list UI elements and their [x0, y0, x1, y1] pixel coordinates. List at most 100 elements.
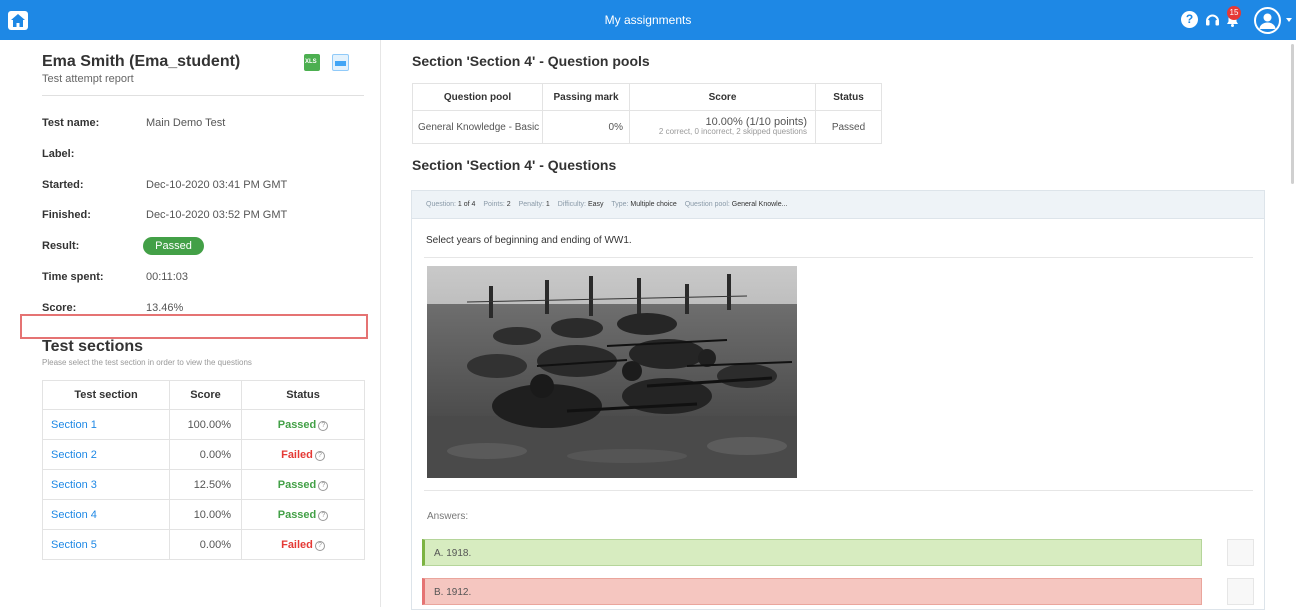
points-value: 2: [506, 201, 511, 208]
section-score: 12.50%: [169, 469, 242, 500]
difficulty-label: Difficulty:: [557, 201, 586, 208]
highlight-box: [20, 314, 368, 339]
sections-title: Test sections: [42, 338, 144, 355]
label-label: Label:: [42, 148, 75, 160]
test-name-value: Main Demo Test: [146, 117, 226, 129]
divider: [424, 490, 1253, 491]
score-value: 13.46%: [146, 302, 184, 314]
column-header-score: Score: [629, 83, 816, 111]
answers-label: Answers:: [427, 511, 469, 522]
section-status-cell: Passed?: [241, 409, 365, 440]
answer-checkbox: [1227, 539, 1254, 566]
answer-option-incorrect: B. 1912.: [422, 578, 1202, 605]
table-row[interactable]: Section 2 0.00% Failed?: [42, 439, 365, 470]
penalty-value: 1: [545, 201, 550, 208]
column-header-question-pool: Question pool: [412, 83, 543, 111]
difficulty-value: Easy: [587, 201, 604, 208]
time-spent-value: 00:11:03: [146, 271, 189, 283]
student-name: Ema Smith (Ema_student): [42, 53, 241, 70]
question-meta-bar: Question: 1 of 4 Points: 2 Penalty: 1 Di…: [412, 191, 1264, 219]
type-value: Multiple choice: [630, 201, 677, 208]
section-score: 100.00%: [169, 409, 242, 440]
ww1-soldiers-photo: [427, 266, 797, 478]
xls-export-icon[interactable]: XLS: [304, 54, 320, 71]
column-header-test-section: Test section: [42, 380, 170, 410]
info-icon[interactable]: ?: [318, 420, 329, 431]
table-row[interactable]: Section 3 12.50% Passed?: [42, 469, 365, 500]
pools-table: Question pool Passing mark Score Status …: [412, 83, 882, 144]
column-header-status: Status: [815, 83, 882, 111]
section-link[interactable]: Section 4: [42, 499, 170, 530]
document-report-icon[interactable]: [332, 54, 349, 71]
info-icon[interactable]: ?: [314, 540, 325, 551]
pool-score-detail: 2 correct, 0 incorrect, 2 skipped questi…: [658, 127, 807, 136]
column-header-status: Status: [241, 380, 365, 410]
info-icon[interactable]: ?: [318, 510, 329, 521]
section-status: Passed: [277, 478, 317, 491]
pool-status: Passed: [815, 110, 882, 144]
table-row[interactable]: Section 4 10.00% Passed?: [42, 499, 365, 530]
attempt-report-panel: Ema Smith (Ema_student) Test attempt rep…: [0, 40, 381, 607]
section-score: 10.00%: [169, 499, 242, 530]
score-label: Score:: [42, 302, 77, 314]
report-subtitle: Test attempt report: [42, 73, 134, 85]
section-status-cell: Passed?: [241, 499, 365, 530]
finished-label: Finished:: [42, 209, 91, 221]
question-number-value: 1 of 4: [457, 201, 476, 208]
test-name-label: Test name:: [42, 117, 100, 129]
help-icon[interactable]: ?: [1181, 11, 1198, 28]
column-header-score: Score: [169, 380, 242, 410]
answer-checkbox: [1227, 578, 1254, 605]
section-status-cell: Passed?: [241, 469, 365, 500]
section-link[interactable]: Section 3: [42, 469, 170, 500]
result-badge: Passed: [143, 237, 204, 255]
divider: [42, 95, 364, 96]
type-label: Type:: [611, 201, 629, 208]
points-label: Points:: [483, 201, 505, 208]
user-avatar-icon[interactable]: [1254, 7, 1281, 34]
pool-score-cell: 10.00% (1/10 points) 2 correct, 0 incorr…: [629, 110, 816, 144]
questions-title: Section 'Section 4' - Questions: [412, 157, 617, 173]
section-link[interactable]: Section 2: [42, 439, 170, 470]
question-pool-value: General Knowle...: [731, 201, 788, 208]
started-value: Dec-10-2020 03:41 PM GMT: [146, 179, 288, 191]
section-link[interactable]: Section 5: [42, 529, 170, 560]
section-status-cell: Failed?: [241, 529, 365, 560]
finished-value: Dec-10-2020 03:52 PM GMT: [146, 209, 288, 221]
question-pool-label: Question pool:: [684, 201, 730, 208]
result-label: Result:: [42, 240, 80, 252]
question-text: Select years of beginning and ending of …: [426, 235, 632, 246]
section-link[interactable]: Section 1: [42, 409, 170, 440]
info-icon[interactable]: ?: [314, 450, 325, 461]
headset-icon[interactable]: [1204, 11, 1221, 28]
pool-name: General Knowledge - Basic: [412, 110, 543, 144]
question-card: Question: 1 of 4 Points: 2 Penalty: 1 Di…: [411, 190, 1265, 610]
info-icon[interactable]: ?: [318, 480, 329, 491]
pools-title: Section 'Section 4' - Question pools: [412, 53, 650, 69]
pool-passing-mark: 0%: [542, 110, 630, 144]
section-status: Passed: [277, 418, 317, 431]
page-title: My assignments: [604, 13, 692, 27]
section-score: 0.00%: [169, 529, 242, 560]
section-status: Passed: [277, 508, 317, 521]
section-status-cell: Failed?: [241, 439, 365, 470]
answer-option-correct: A. 1918.: [422, 539, 1202, 566]
top-bar: My assignments ? 15: [0, 0, 1296, 40]
question-number-label: Question:: [426, 201, 456, 208]
table-row[interactable]: Section 1 100.00% Passed?: [42, 409, 365, 440]
section-status: Failed: [281, 448, 313, 461]
column-header-passing-mark: Passing mark: [542, 83, 630, 111]
penalty-label: Penalty:: [518, 201, 544, 208]
table-row[interactable]: Section 5 0.00% Failed?: [42, 529, 365, 560]
section-score: 0.00%: [169, 439, 242, 470]
chevron-down-icon[interactable]: [1286, 18, 1292, 22]
scrollbar[interactable]: [1291, 44, 1294, 184]
divider: [424, 257, 1253, 258]
notification-badge: 15: [1227, 6, 1241, 20]
time-spent-label: Time spent:: [42, 271, 104, 283]
sections-hint: Please select the test section in order …: [42, 358, 252, 367]
sections-table: Test section Score Status Section 1 100.0…: [42, 380, 365, 560]
started-label: Started:: [42, 179, 84, 191]
table-row: General Knowledge - Basic 0% 10.00% (1/1…: [412, 110, 882, 144]
pool-score: 10.00% (1/10 points): [705, 116, 807, 128]
